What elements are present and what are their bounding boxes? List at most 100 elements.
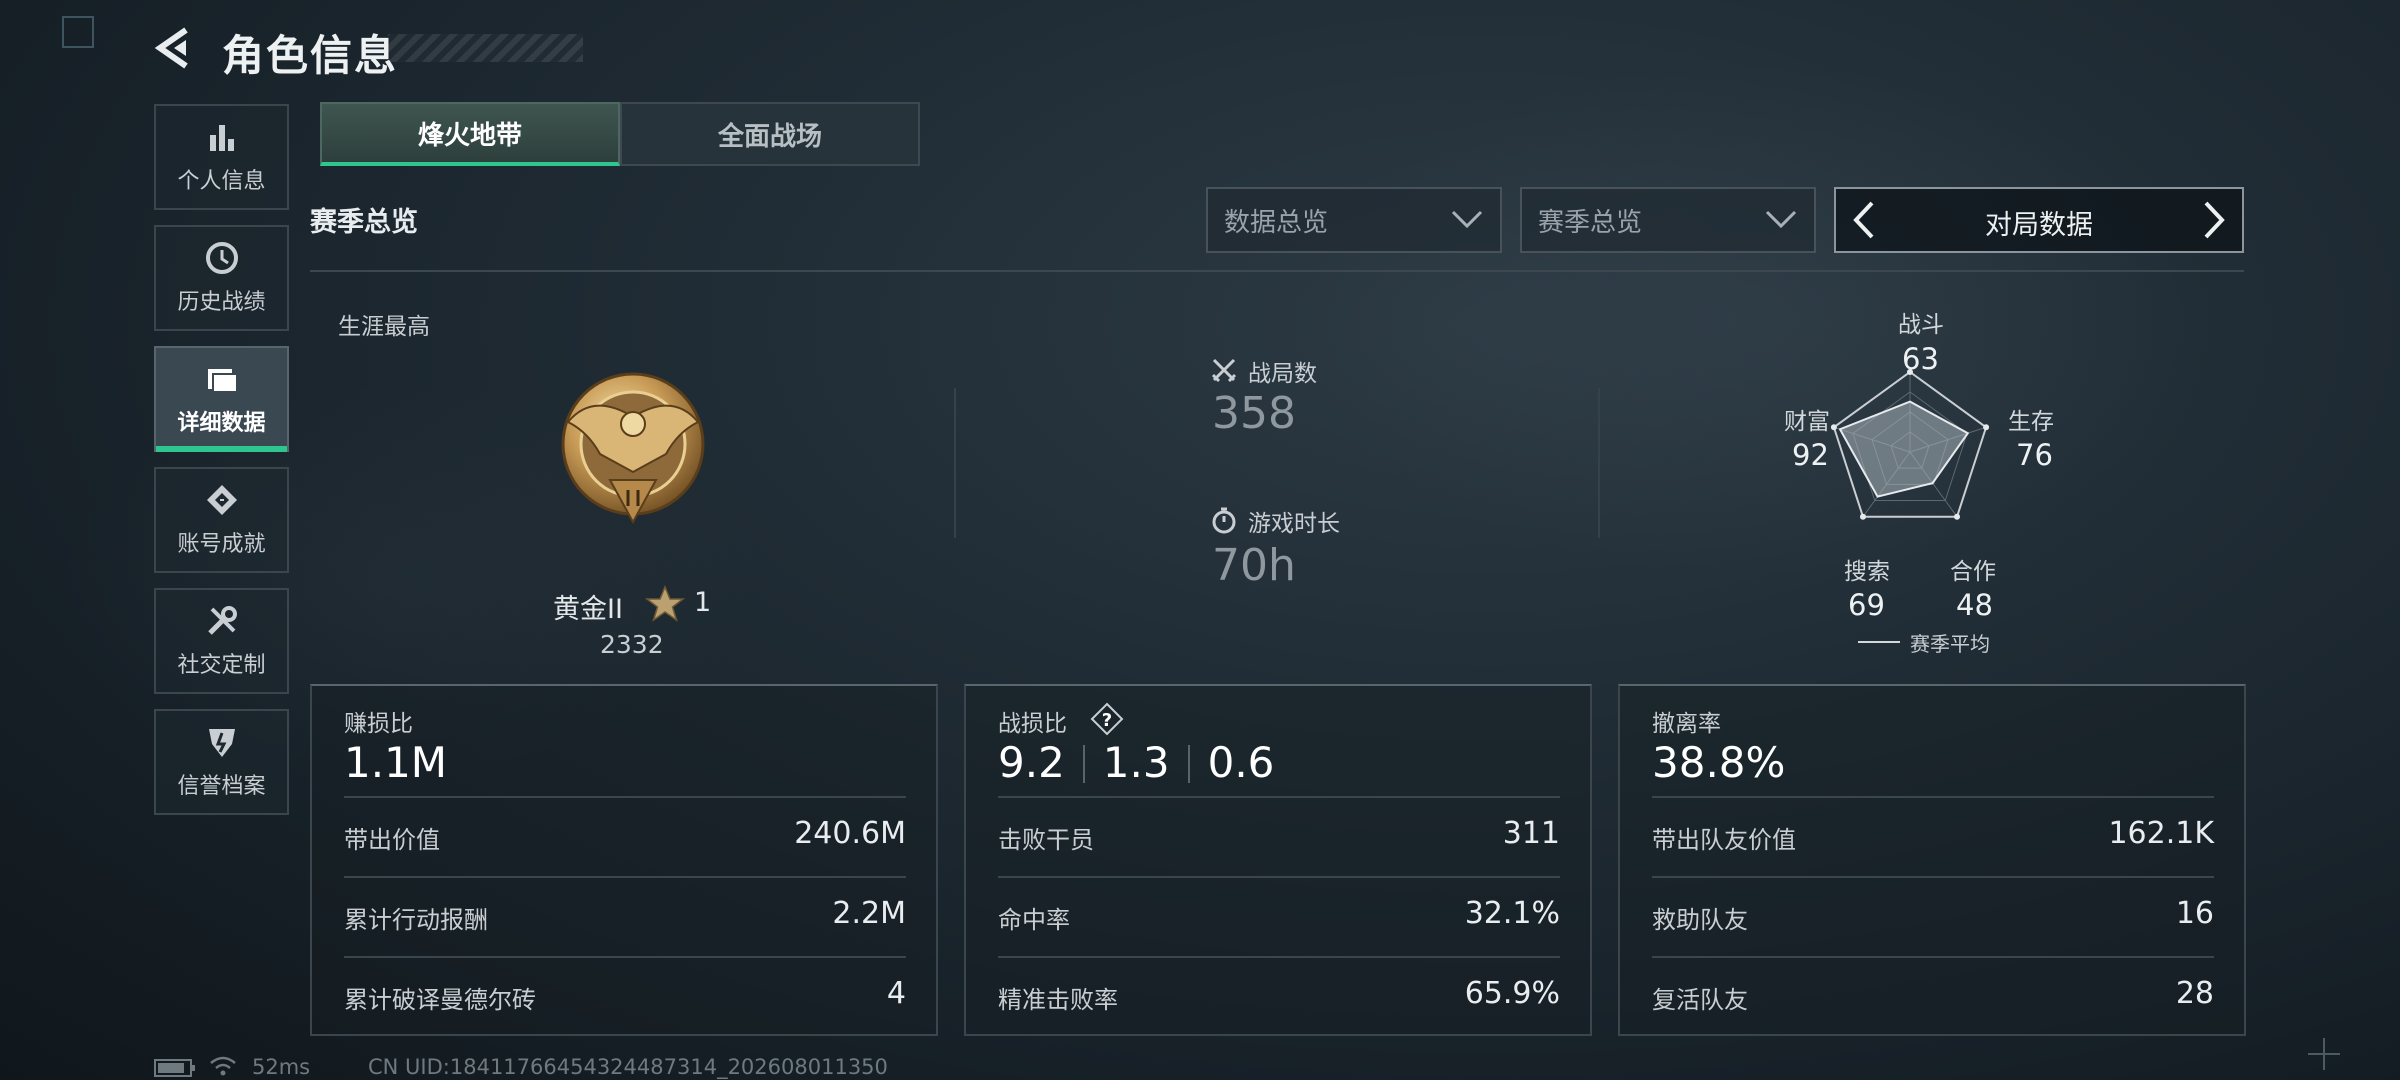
uid-text: CN UID:18411766454324487314_202608011350 <box>368 1055 888 1079</box>
bar-chart-icon <box>209 125 234 151</box>
radar-label-combat: 战斗 <box>1898 312 1944 338</box>
stat-row: 击败干员 311 <box>998 796 1560 878</box>
page-title: 角色信息 <box>222 31 399 80</box>
stat-value: 32.1% <box>1464 896 1560 931</box>
sidebar-item-achievements[interactable]: 账号成就 <box>154 467 289 573</box>
radar-value-cooperation: 48 <box>1956 588 1993 622</box>
playtime-label: 游戏时长 <box>1248 511 1340 537</box>
chevron-right-icon[interactable] <box>2192 199 2232 241</box>
kd-value-3: 0.6 <box>1207 738 1275 787</box>
tools-icon <box>207 606 237 635</box>
panel-value: 38.8% <box>1652 738 1786 787</box>
kd-ratio-panel: 战损比 ? 9.2 1.3 0.6 击败干员 311 命中率 32.1% 精准击败率… <box>964 684 1592 1036</box>
panel-value: 1.1M <box>344 738 448 787</box>
tab-hazard-zone[interactable]: 烽火地带 <box>320 102 620 166</box>
stat-row: 累计破译曼德尔砖 4 <box>344 956 906 1038</box>
radar-vertex-dot <box>1954 513 1961 520</box>
panel-label: 战损比 <box>998 711 1067 737</box>
sidebar-item-label: 社交定制 <box>177 653 266 678</box>
kd-values: 9.2 1.3 0.6 <box>998 738 1274 787</box>
section-title: 赛季总览 <box>310 207 418 238</box>
section-divider <box>310 270 2244 272</box>
achievement-icon <box>206 485 237 515</box>
stat-value: 65.9% <box>1464 976 1560 1011</box>
sidebar-item-label: 个人信息 <box>177 169 266 194</box>
back-arrow-icon[interactable] <box>152 26 196 70</box>
radar-vertex-dot <box>1859 513 1866 520</box>
matches-value: 358 <box>1212 388 1296 439</box>
matches-label: 战局数 <box>1248 361 1317 387</box>
switcher-label: 对局数据 <box>1985 210 2093 241</box>
stat-row: 命中率 32.1% <box>998 876 1560 958</box>
radar-label-cooperation: 合作 <box>1950 559 1996 585</box>
rank-star-count: 1 <box>694 587 712 618</box>
sidebar-item-history[interactable]: 历史战绩 <box>154 225 289 331</box>
radar-vertex-dot <box>1983 424 1990 431</box>
stat-row: 带出价值 240.6M <box>344 796 906 878</box>
sidebar-item-detailed-data[interactable]: 详细数据 <box>154 346 289 452</box>
stat-key: 精准击败率 <box>998 986 1118 1014</box>
dropdown-value: 数据总览 <box>1224 207 1329 238</box>
stat-row: 带出队友价值 162.1K <box>1652 796 2214 878</box>
wifi-icon <box>210 1056 236 1076</box>
rank-score: 2332 <box>600 630 664 659</box>
radar-legend-text: 赛季平均 <box>1910 632 1990 656</box>
stat-value: 162.1K <box>2108 816 2214 851</box>
sidebar-item-reputation[interactable]: 信誉档案 <box>154 709 289 815</box>
data-overview-dropdown[interactable]: 数据总览 <box>1206 187 1502 253</box>
plus-icon <box>2308 1038 2340 1070</box>
svg-text:?: ? <box>1102 710 1112 731</box>
sidebar-item-personal-info[interactable]: 个人信息 <box>154 104 289 210</box>
stat-key: 带出价值 <box>344 826 440 854</box>
stat-row: 累计行动报酬 2.2M <box>344 876 906 958</box>
kd-value-1: 9.2 <box>998 738 1065 787</box>
panel-label: 撤离率 <box>1652 711 1721 737</box>
radar-label-survival: 生存 <box>2008 409 2054 435</box>
playtime-value: 70h <box>1212 540 1296 591</box>
stat-value: 240.6M <box>794 816 906 851</box>
stat-key: 击败干员 <box>998 826 1094 854</box>
match-data-switcher: 对局数据 <box>1834 187 2244 253</box>
career-best-label: 生涯最高 <box>338 314 430 340</box>
title-decoration <box>388 34 583 62</box>
stat-value: 4 <box>886 976 906 1011</box>
corner-frame-icon <box>62 16 94 48</box>
stat-row: 救助队友 16 <box>1652 876 2214 958</box>
sidebar-item-label: 历史战绩 <box>177 290 266 315</box>
chevron-down-icon <box>1765 210 1797 229</box>
radar-value-search: 69 <box>1848 588 1885 622</box>
stat-value: 28 <box>2175 976 2214 1011</box>
chevron-down-icon <box>1451 210 1483 229</box>
stat-key: 救助队友 <box>1652 906 1748 934</box>
sidebar-item-label: 详细数据 <box>177 411 266 436</box>
sidebar-item-label: 账号成就 <box>177 532 266 557</box>
kd-separator <box>1187 745 1190 783</box>
sidebar-item-label: 信誉档案 <box>177 774 266 799</box>
crossed-swords-icon <box>1211 358 1237 383</box>
season-overview-dropdown[interactable]: 赛季总览 <box>1520 187 1816 253</box>
folder-icon <box>207 369 238 393</box>
stat-row: 精准击败率 65.9% <box>998 956 1560 1038</box>
radar-label-wealth: 财富 <box>1784 409 1830 435</box>
radar-value-survival: 76 <box>2016 438 2053 472</box>
radar-value-shape <box>1838 400 1970 498</box>
dropdown-value: 赛季总览 <box>1538 207 1643 238</box>
stat-key: 累计破译曼德尔砖 <box>344 986 536 1014</box>
stat-value: 2.2M <box>832 896 906 931</box>
sidebar-item-social[interactable]: 社交定制 <box>154 588 289 694</box>
stat-value: 311 <box>1502 816 1560 851</box>
radar-vertex-dot <box>1830 424 1837 431</box>
radar-chart <box>1830 369 1990 520</box>
radar-legend-line <box>1858 641 1900 643</box>
stat-key: 复活队友 <box>1652 986 1748 1014</box>
extraction-rate-panel: 撤离率 38.8% 带出队友价值 162.1K 救助队友 16 复活队友 28 <box>1618 684 2246 1036</box>
stat-value: 16 <box>2175 896 2214 931</box>
stat-row: 复活队友 28 <box>1652 956 2214 1038</box>
rank-name: 黄金II <box>553 594 623 625</box>
column-divider <box>1598 388 1600 538</box>
column-divider <box>954 388 956 538</box>
radar-label-search: 搜索 <box>1844 559 1890 585</box>
tab-full-battlefield[interactable]: 全面战场 <box>620 102 920 166</box>
help-icon[interactable]: ? <box>1090 702 1124 736</box>
stat-key: 命中率 <box>998 906 1070 934</box>
